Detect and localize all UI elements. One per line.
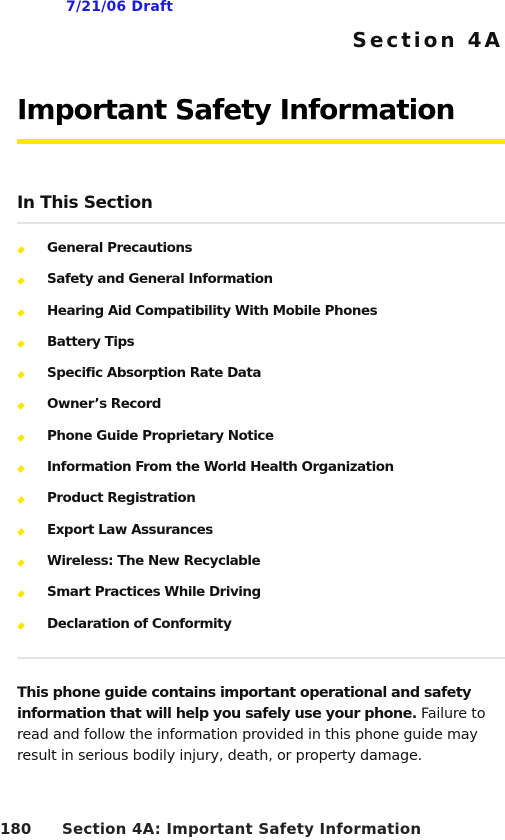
footer-running-title: Section 4A: Important Safety Information [62, 820, 422, 838]
diamond-bullet-icon [17, 621, 25, 630]
diamond-bullet-icon [17, 433, 25, 442]
diamond-bullet-icon [17, 590, 25, 599]
toc-link-battery-tips[interactable]: Battery Tips [47, 334, 135, 350]
toc-link-general-precautions[interactable]: General Precautions [47, 240, 193, 256]
draft-date-label: 7/21/06 Draft [66, 0, 174, 15]
diamond-bullet-icon [17, 527, 25, 536]
toc-link-specific-absorption-rate-data[interactable]: Specific Absorption Rate Data [47, 365, 261, 381]
toc-link-smart-practices-while-driving[interactable]: Smart Practices While Driving [47, 584, 261, 600]
section-divider-top [17, 222, 505, 224]
section-tag: Section 4A [352, 28, 503, 52]
diamond-bullet-icon [17, 559, 25, 567]
diamond-bullet-icon [17, 308, 25, 317]
toc-link-owners-record[interactable]: Owner’s Record [47, 396, 161, 412]
title-underline-rule [17, 139, 505, 144]
diamond-bullet-icon [17, 496, 25, 505]
section-divider-bottom [17, 657, 505, 659]
toc-link-export-law-assurances[interactable]: Export Law Assurances [47, 522, 213, 538]
in-this-section-heading: In This Section [17, 193, 153, 213]
toc-link-hearing-aid-compatibility[interactable]: Hearing Aid Compatibility With Mobile Ph… [47, 303, 378, 319]
diamond-bullet-icon [17, 371, 25, 380]
diamond-bullet-icon [17, 402, 25, 411]
toc-link-safety-and-general-information[interactable]: Safety and General Information [47, 271, 273, 287]
toc-link-product-registration[interactable]: Product Registration [47, 490, 196, 506]
diamond-bullet-icon [17, 246, 25, 254]
intro-bold-text: This phone guide contains important oper… [17, 685, 471, 722]
toc-link-who-information[interactable]: Information From the World Health Organi… [47, 459, 394, 475]
toc-link-phone-guide-proprietary-notice[interactable]: Phone Guide Proprietary Notice [47, 428, 274, 444]
toc-link-wireless-new-recyclable[interactable]: Wireless: The New Recyclable [47, 553, 261, 569]
page-number: 180 [0, 820, 32, 838]
intro-paragraph: This phone guide contains important oper… [17, 683, 497, 767]
page-title: Important Safety Information [17, 93, 455, 126]
diamond-bullet-icon [17, 465, 25, 473]
toc-link-declaration-of-conformity[interactable]: Declaration of Conformity [47, 616, 232, 632]
diamond-bullet-icon [17, 340, 25, 348]
diamond-bullet-icon [17, 277, 25, 286]
